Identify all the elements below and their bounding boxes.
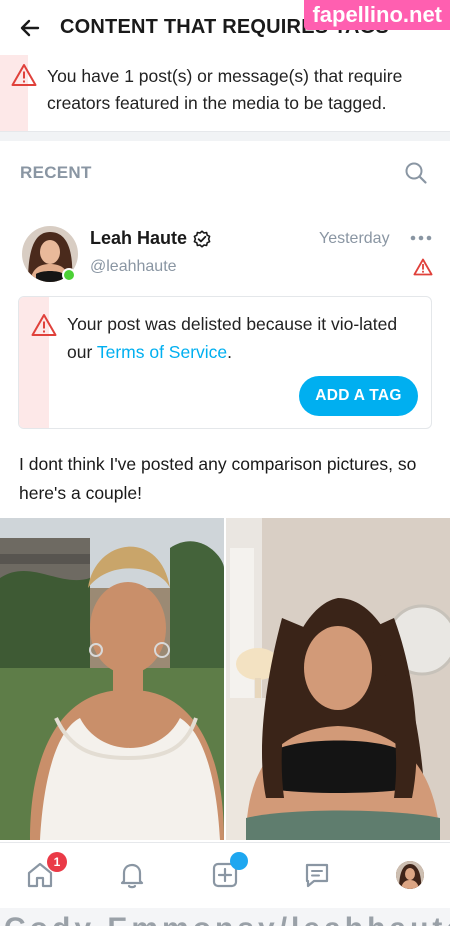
more-dots-icon [410, 235, 432, 241]
create-indicator-dot [230, 852, 248, 870]
delisted-notice-card: Your post was delisted because it vio-la… [18, 296, 432, 429]
nav-notifications[interactable] [114, 857, 150, 893]
add-tag-button[interactable]: ADD A TAG [299, 376, 418, 416]
arrow-left-icon [20, 19, 40, 36]
delisted-text-after: . [227, 342, 233, 362]
warning-triangle-icon [413, 258, 433, 276]
search-icon [405, 162, 427, 184]
recent-header: RECENT [0, 141, 450, 205]
post-photo-before[interactable] [0, 518, 224, 840]
background-page-strip: Cody Emmonsy/leahhaute [0, 908, 450, 926]
avatar [396, 861, 424, 889]
nav-messages[interactable] [299, 857, 335, 893]
warning-triangle-icon [11, 64, 37, 86]
section-divider [0, 131, 450, 141]
watermark: fapellino.net [304, 0, 450, 30]
home-notification-badge: 1 [47, 852, 67, 872]
background-caption: Cody Emmonsy/leahhaute [4, 912, 450, 926]
post-image [0, 518, 224, 840]
back-button[interactable] [0, 0, 60, 55]
bottom-navigation: 1 [0, 842, 450, 908]
nav-profile-avatar[interactable] [396, 861, 424, 889]
bell-icon [120, 863, 144, 889]
post-header: Leah Haute @leahhaute Yesterday [0, 220, 450, 290]
delisted-text: Your post was delisted because it vio-la… [67, 310, 417, 366]
post-image [226, 518, 450, 840]
recent-label: RECENT [20, 163, 92, 182]
post-timestamp: Yesterday [319, 230, 390, 247]
author-handle[interactable]: @leahhaute [90, 258, 177, 276]
author-name: Leah Haute [90, 228, 188, 248]
warning-triangle-icon [31, 314, 57, 336]
notice-text: You have 1 post(s) or message(s) that re… [47, 66, 403, 113]
verified-badge-icon [193, 229, 211, 248]
tag-requirement-notice: You have 1 post(s) or message(s) that re… [0, 55, 450, 131]
post-photo-after[interactable] [226, 518, 450, 840]
terms-of-service-link[interactable]: Terms of Service [97, 342, 227, 362]
search-button[interactable] [402, 159, 430, 187]
online-status-dot [62, 268, 76, 282]
post-body-text: I dont think I've posted any comparison … [19, 454, 417, 503]
post-more-button[interactable] [406, 226, 436, 250]
chat-icon [305, 863, 329, 888]
author-name-row[interactable]: Leah Haute [90, 228, 211, 249]
